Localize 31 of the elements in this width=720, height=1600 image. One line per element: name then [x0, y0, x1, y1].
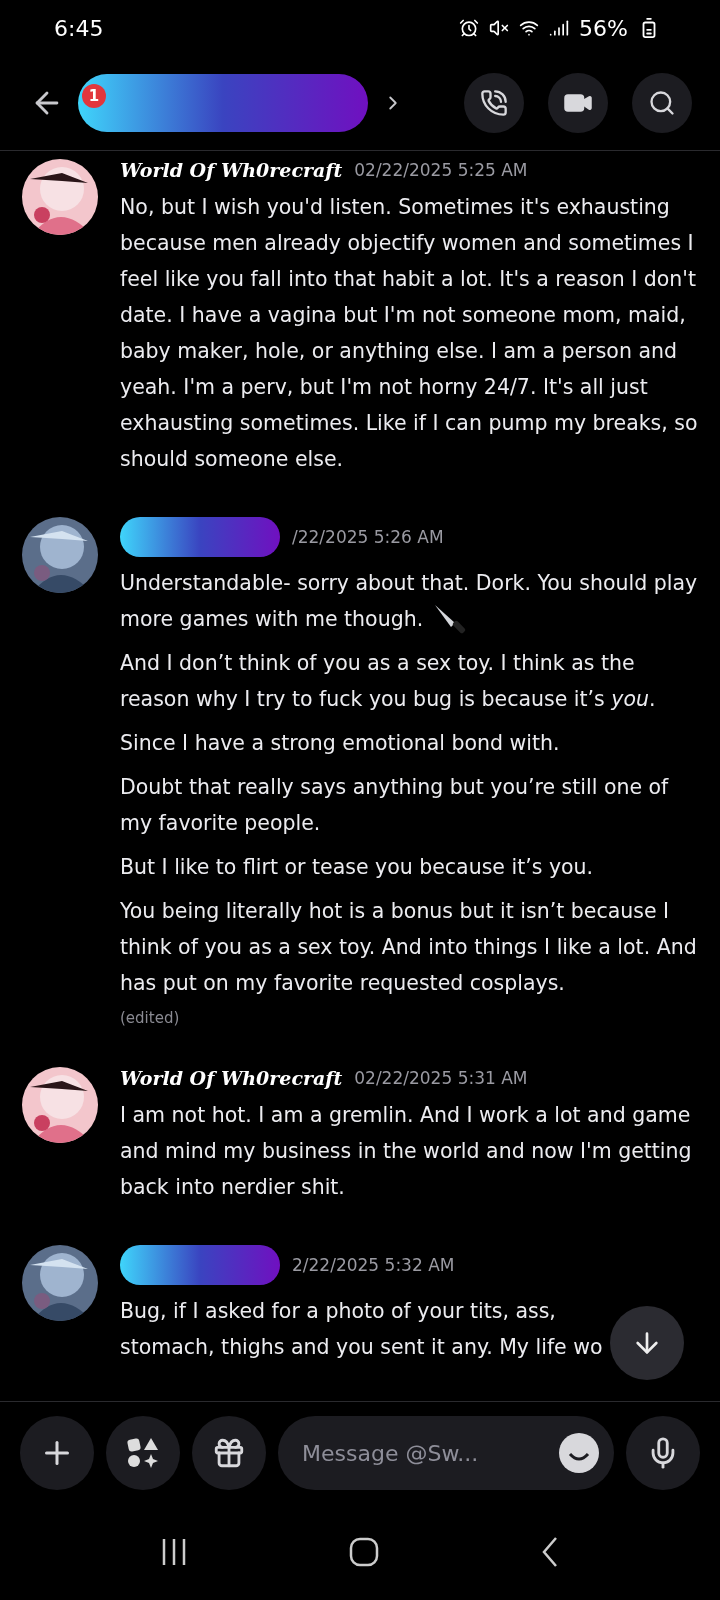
message-timestamp: 2/22/2025 5:32 AM	[292, 1255, 455, 1275]
author-name[interactable]: World Of Wh0recraft	[120, 1067, 343, 1089]
message-timestamp: /22/2025 5:26 AM	[292, 527, 444, 547]
message-input[interactable]: Message @Sw...	[300, 1439, 550, 1467]
emoji-icon[interactable]	[558, 1432, 600, 1474]
message-text: I am not hot. I am a gremlin. And I work a lot and game and mind my business in the world and now I'm getting back into nerdier shit.	[120, 1102, 693, 1201]
author-name[interactable]: World Of Wh0recraft	[120, 159, 343, 181]
message-text: Doubt that really says anything but you’re still one of my favorite people.	[120, 774, 670, 837]
message-text: You being literally hot is a bonus but it isn’t because I think of you as a sex toy. And into things I like a lot. And has put on my favorite requested cosplays.	[120, 898, 698, 997]
phone-icon	[480, 89, 508, 117]
home-icon[interactable]	[349, 1537, 379, 1567]
message-field[interactable]: Message @Sw...	[278, 1416, 614, 1490]
edited-label: (edited)	[120, 1009, 181, 1027]
message-timestamp: 02/22/2025 5:31 AM	[354, 1068, 528, 1088]
voice-call-button[interactable]	[464, 73, 524, 133]
message-text: And I don’t think of you as a sex toy. I think as the reason why I try to fuck you bug is because it’s you.	[120, 650, 657, 713]
shapes-icon	[126, 1436, 160, 1470]
status-time: 6:45	[54, 15, 104, 41]
signal-icon	[549, 18, 570, 38]
wifi-icon	[519, 18, 540, 38]
gift-icon	[212, 1436, 246, 1470]
battery-percent: 56%	[579, 15, 628, 41]
message-text: No, but I wish you'd listen. Sometimes it's exhausting because men already objectify women and sometimes I feel like you fall into that habit a lot. It's a reason I don't date. I have a vagina but I'm not someone mom, maid, baby maker, hole, or anything else. I am a person and yeah. I'm a perv, but I'm not horny 24/7. It's all just exhausting sometimes. Like if I can pump my breaks, so should someone else.	[120, 194, 699, 473]
alarm-icon	[459, 18, 480, 38]
message-text: Bug, if I asked for a photo of your tits, ass, stomach, thighs and you sent it any. My life wo	[120, 1298, 604, 1361]
message-text: Understandable- sorry about that. Dork. You should play more games with me though.	[120, 565, 706, 637]
search-icon	[648, 89, 676, 117]
message-text: But I like to flirt or tease you because it’s you.	[120, 854, 595, 881]
message-text: Since I have a strong emotional bond with.	[120, 730, 561, 757]
mute-icon	[489, 18, 510, 38]
message-timestamp: 02/22/2025 5:25 AM	[354, 160, 528, 180]
